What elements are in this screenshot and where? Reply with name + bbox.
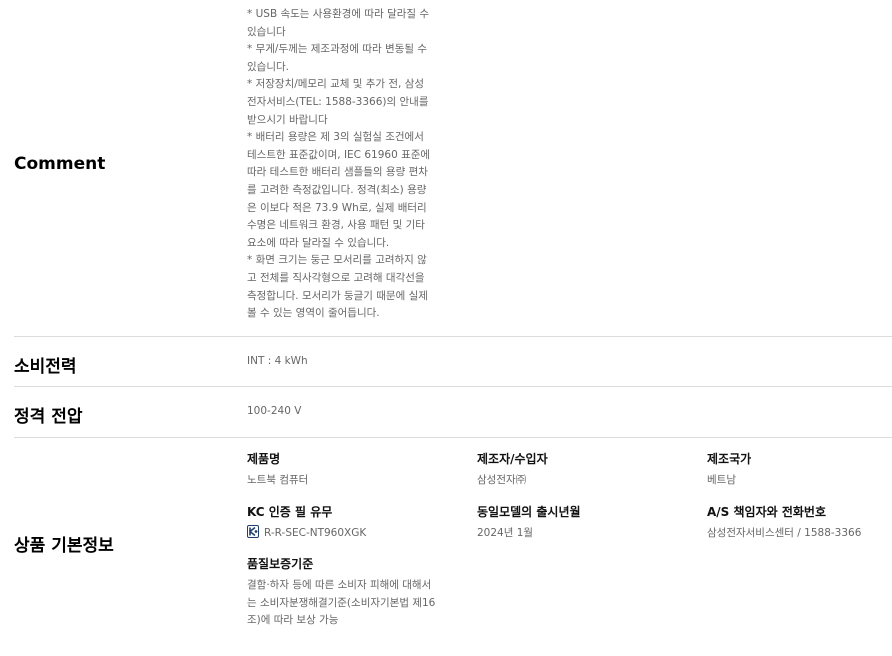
kc-value: R-R-SEC-NT960XGK	[264, 527, 367, 539]
comment-note: * 무게/두께는 제조과정에 따라 변동될 수 있습니다.	[247, 43, 428, 73]
warranty-value: 결함·하자 등에 따른 소비자 피해에 대해서는 소비자분쟁해결기준(소비자기본…	[247, 579, 436, 627]
comment-row: Comment * USB 속도는 사용환경에 따라 달라질 수 있습니다 * …	[14, 0, 892, 336]
power-title: 소비전력	[14, 357, 77, 377]
comment-notes: * USB 속도는 사용환경에 따라 달라질 수 있습니다 * 무게/두께는 제…	[247, 6, 432, 323]
comment-note: * 저장장치/메모리 교체 및 추가 전, 삼성전자서비스(TEL: 1588-…	[247, 78, 429, 126]
power-value: INT : 4 kWh	[247, 355, 308, 367]
release-label: 동일모델의 출시년월	[477, 505, 581, 519]
product-info-title: 상품 기본정보	[14, 536, 114, 556]
voltage-row: 정격 전압 100-240 V	[14, 386, 892, 437]
warranty-label: 품질보증기준	[247, 557, 314, 571]
manufacturer-cell: 제조자/수입자 삼성전자㈜	[477, 451, 687, 490]
comment-note: * USB 속도는 사용환경에 따라 달라질 수 있습니다	[247, 8, 430, 38]
product-name-value: 노트북 컴퓨터	[247, 474, 309, 486]
warranty-cell: 품질보증기준 결함·하자 등에 따른 소비자 피해에 대해서는 소비자분쟁해결기…	[247, 556, 439, 630]
kc-certification-icon	[247, 525, 259, 545]
comment-note: * 화면 크기는 둥근 모서리를 고려하지 않고 전체를 직사각형으로 고려해 …	[247, 254, 428, 320]
power-row: 소비전력 INT : 4 kWh	[14, 336, 892, 387]
release-cell: 동일모델의 출시년월 2024년 1월	[477, 504, 687, 543]
as-cell: A/S 책임자와 전화번호 삼성전자서비스센터 / 1588-3366	[707, 504, 887, 543]
comment-note: * 배터리 용량은 제 3의 실험실 조건에서 테스트한 표준값이며, IEC …	[247, 131, 431, 249]
release-value: 2024년 1월	[477, 527, 534, 539]
as-value: 삼성전자서비스센터 / 1588-3366	[707, 527, 862, 539]
country-value: 베트남	[707, 474, 736, 486]
product-name-cell: 제품명 노트북 컴퓨터	[247, 451, 457, 490]
kc-cell: KC 인증 필 유무 R-R-SEC-NT960XGK	[247, 504, 457, 545]
product-name-label: 제품명	[247, 452, 281, 466]
product-info-row: 상품 기본정보 제품명 노트북 컴퓨터 제조자/수입자 삼성전자㈜ 제조국가 베…	[14, 437, 892, 656]
as-label: A/S 책임자와 전화번호	[707, 505, 826, 519]
country-label: 제조국가	[707, 452, 752, 466]
manufacturer-label: 제조자/수입자	[477, 452, 548, 466]
manufacturer-value: 삼성전자㈜	[477, 474, 527, 486]
voltage-title: 정격 전압	[14, 407, 83, 427]
country-cell: 제조국가 베트남	[707, 451, 887, 490]
voltage-value: 100-240 V	[247, 405, 302, 417]
kc-label: KC 인증 필 유무	[247, 505, 333, 519]
comment-title: Comment	[14, 154, 106, 174]
